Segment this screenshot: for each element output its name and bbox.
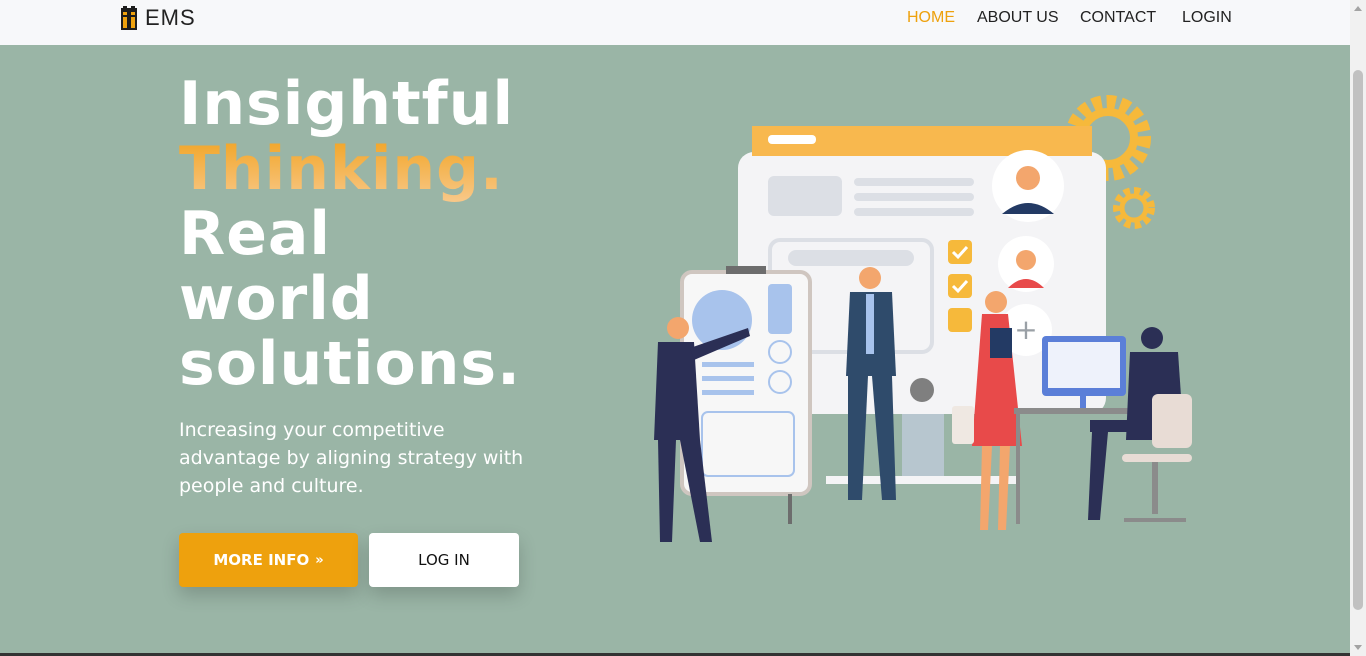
hero-title-line-3: Real	[179, 199, 331, 269]
hero-title-line-1: Insightful	[179, 69, 515, 139]
page-scrollbar[interactable]	[1350, 0, 1366, 656]
team-illustration: +	[654, 95, 1192, 542]
more-info-label: MORE INFO	[213, 551, 310, 569]
scroll-down-arrow-icon[interactable]	[1354, 645, 1362, 650]
small-gear-icon	[1113, 187, 1155, 229]
brand-name: EMS	[145, 5, 196, 30]
building-logo-icon	[121, 5, 137, 30]
hero-title: Insightful Thinking. Real world solution…	[179, 72, 521, 397]
nav-about-us[interactable]: ABOUT US	[977, 9, 1059, 27]
hero-title-line-5: solutions.	[179, 329, 521, 399]
login-button-label: LOG IN	[418, 551, 470, 569]
scroll-up-arrow-icon[interactable]	[1354, 6, 1362, 11]
svg-text:+: +	[1014, 313, 1037, 346]
navbar: EMS HOME ABOUT US CONTACT LOGIN	[0, 0, 1350, 45]
nav-contact[interactable]: CONTACT	[1080, 9, 1156, 27]
hero-title-line-4: world	[179, 264, 374, 334]
hero-subtitle: Increasing your competitive advantage by…	[179, 419, 524, 497]
nav-home[interactable]: HOME	[907, 9, 955, 27]
scrollbar-thumb[interactable]	[1353, 70, 1363, 610]
brand-logo[interactable]: EMS	[120, 5, 196, 31]
more-info-button[interactable]: MORE INFO »	[179, 533, 358, 587]
nav-login[interactable]: LOGIN	[1182, 9, 1232, 27]
login-button[interactable]: LOG IN	[369, 533, 519, 587]
hero-title-accent: Thinking.	[179, 134, 504, 204]
double-chevron-right-icon: »	[315, 552, 324, 568]
